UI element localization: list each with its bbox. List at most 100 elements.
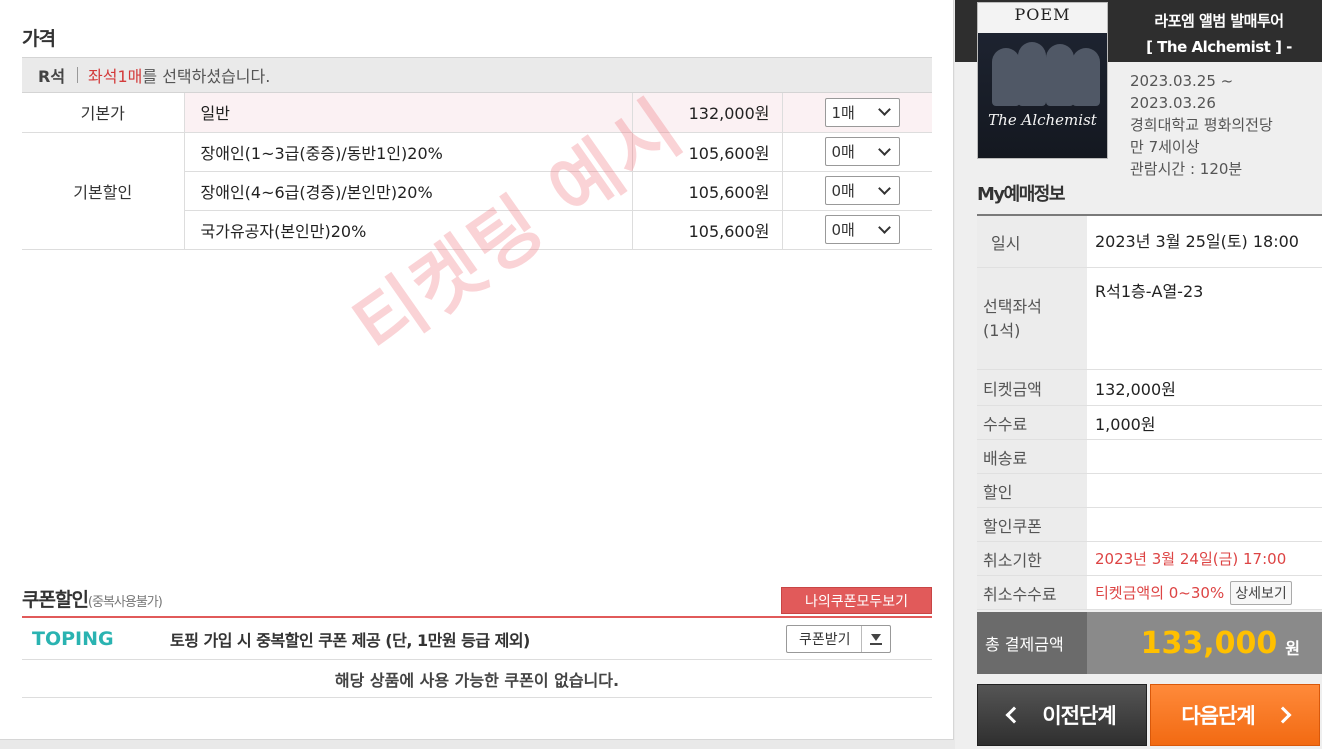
chevron-down-icon bbox=[877, 103, 891, 117]
chevron-down-icon bbox=[877, 142, 891, 156]
event-date-to: 2023.03.26 bbox=[1130, 94, 1216, 112]
qty-value: 0매 bbox=[831, 182, 855, 200]
next-step-label: 다음단계 bbox=[1181, 704, 1255, 728]
event-date-from: 2023.03.25 ~ bbox=[1130, 72, 1234, 90]
price-name: 장애인(4~6급(경증)/본인만)20% bbox=[184, 171, 633, 211]
cancel-fee-detail-button[interactable]: 상세보기 bbox=[1230, 580, 1292, 605]
event-venue: 경희대학교 평화의전당 bbox=[1130, 116, 1273, 134]
booking-row-ticket-price: 티켓금액 132,000원 bbox=[977, 370, 1322, 406]
prev-step-label: 이전단계 bbox=[1042, 704, 1116, 728]
row-key: 할인 bbox=[977, 474, 1087, 507]
booking-info-table: 일시 2023년 3월 25일(토) 18:00 선택좌석 (1석) R석1층-… bbox=[977, 214, 1322, 610]
row-key: 티켓금액 bbox=[977, 370, 1087, 405]
price-name: 장애인(1~3급(중증)/동반1인)20% bbox=[184, 132, 633, 172]
booking-row-shipping: 배송료 bbox=[977, 440, 1322, 474]
event-poster: POEM The Alchemist bbox=[977, 2, 1108, 159]
qty-value: 1매 bbox=[831, 103, 855, 122]
get-coupon-label: 쿠폰받기 bbox=[787, 625, 862, 652]
coupon-title-text: 쿠폰할인 bbox=[22, 589, 89, 611]
booking-row-cancel-deadline: 취소기한 2023년 3월 24일(금) 17:00 bbox=[977, 542, 1322, 576]
row-key: 배송료 bbox=[977, 440, 1087, 473]
chevron-right-icon bbox=[1274, 706, 1292, 724]
row-value bbox=[1087, 474, 1322, 507]
poster-figure bbox=[1046, 44, 1074, 106]
chevron-down-icon bbox=[877, 220, 891, 234]
price-amount: 132,000원 bbox=[632, 93, 783, 133]
toping-logo: TOPING bbox=[32, 627, 114, 650]
event-age: 만 7세이상 bbox=[1130, 138, 1200, 156]
booking-row-coupon: 할인쿠폰 bbox=[977, 508, 1322, 542]
qty-select-disabled-mild[interactable]: 0매 bbox=[824, 176, 900, 205]
price-amount: 105,600원 bbox=[632, 171, 783, 211]
seat-msg-post: 를 선택하셨습니다. bbox=[142, 67, 271, 86]
seat-grade: R석 bbox=[38, 67, 66, 86]
chevron-left-icon bbox=[1005, 706, 1023, 724]
event-title-line2: [ The Alchemist ] - bbox=[1146, 38, 1292, 56]
row-value bbox=[1087, 508, 1322, 541]
price-amount: 105,600원 bbox=[632, 210, 783, 250]
row-value: 132,000원 bbox=[1087, 370, 1322, 405]
qty-select-disabled-severe[interactable]: 0매 bbox=[824, 137, 900, 166]
total-amount: 133,000 bbox=[1140, 625, 1278, 661]
coupon-subtitle: (중복사용불가) bbox=[87, 595, 163, 610]
booking-row-discount: 할인 bbox=[977, 474, 1322, 508]
booking-row-cancel-fee: 취소수수료 티켓금액의 0~30% 상세보기 bbox=[977, 576, 1322, 610]
row-key: 취소기한 bbox=[977, 542, 1087, 575]
row-key: 취소수수료 bbox=[977, 576, 1087, 609]
price-category: 기본가 bbox=[22, 93, 185, 133]
poster-title: The Alchemist bbox=[988, 111, 1097, 129]
poster-logo: POEM bbox=[1014, 5, 1071, 24]
qty-select-general[interactable]: 1매 bbox=[824, 97, 900, 127]
booking-row-seat: 선택좌석 (1석) R석1층-A열-23 bbox=[977, 268, 1322, 370]
row-value: 2023년 3월 25일(토) 18:00 bbox=[1087, 216, 1322, 267]
toping-coupon-text: 토핑 가입 시 중복할인 쿠폰 제공 (단, 1만원 등급 제외) bbox=[170, 630, 530, 650]
seat-msg-pre: 좌석 bbox=[88, 67, 118, 86]
next-step-button[interactable]: 다음단계 bbox=[1150, 684, 1320, 746]
price-category: 기본할인 bbox=[22, 132, 185, 250]
event-runtime: 관람시간 : 120분 bbox=[1130, 160, 1243, 178]
no-coupon-message: 해당 상품에 사용 가능한 쿠폰이 없습니다. bbox=[22, 660, 932, 698]
price-table: 기본가 일반 132,000원 1매 기본할인 장애인(1~3급(중증)/동반1… bbox=[22, 93, 932, 250]
ticket-price-panel: 가격 R석 좌석 1매 를 선택하셨습니다. 기본가 일반 132,000원 1매… bbox=[0, 0, 954, 740]
total-label: 총 결제금액 bbox=[977, 612, 1087, 674]
qty-value: 0매 bbox=[831, 143, 855, 161]
seat-selection-bar: R석 좌석 1매 를 선택하셨습니다. bbox=[22, 57, 932, 93]
download-icon bbox=[869, 633, 882, 645]
divider bbox=[77, 67, 79, 83]
poster-figure bbox=[992, 48, 1020, 106]
chevron-down-icon bbox=[877, 181, 891, 195]
row-value: 1,000원 bbox=[1087, 406, 1322, 439]
qty-value: 0매 bbox=[831, 221, 855, 239]
qty-select-veteran[interactable]: 0매 bbox=[824, 215, 900, 244]
price-section-title: 가격 bbox=[22, 28, 56, 50]
coupon-section-title: 쿠폰할인(중복사용불가) bbox=[22, 585, 163, 612]
booking-row-fee: 수수료 1,000원 bbox=[977, 406, 1322, 440]
price-amount: 105,600원 bbox=[632, 132, 783, 172]
seat-count: 1매 bbox=[117, 67, 143, 86]
event-info: 2023.03.25 ~ 2023.03.26 경희대학교 평화의전당 만 7세… bbox=[1130, 70, 1310, 180]
row-key: 수수료 bbox=[977, 406, 1087, 439]
booking-row-datetime: 일시 2023년 3월 25일(토) 18:00 bbox=[977, 216, 1322, 268]
table-row: 기본할인 장애인(1~3급(중증)/동반1인)20% 105,600원 0매 bbox=[22, 132, 932, 250]
table-row: 기본가 일반 132,000원 1매 bbox=[22, 93, 932, 133]
prev-step-button[interactable]: 이전단계 bbox=[977, 684, 1147, 746]
total-payment: 총 결제금액 133,000 원 bbox=[977, 612, 1322, 674]
toping-coupon-row: TOPING 토핑 가입 시 중복할인 쿠폰 제공 (단, 1만원 등급 제외)… bbox=[22, 616, 932, 660]
row-value: 2023년 3월 24일(금) 17:00 bbox=[1087, 542, 1322, 575]
row-value bbox=[1087, 440, 1322, 473]
row-key: 선택좌석 (1석) bbox=[977, 268, 1087, 369]
price-name: 일반 bbox=[184, 93, 633, 133]
total-unit: 원 bbox=[1285, 639, 1300, 658]
booking-summary-panel: POEM The Alchemist 라포엠 앨범 발매투어 [ The Alc… bbox=[955, 0, 1322, 749]
my-booking-title: My예매정보 bbox=[977, 184, 1065, 205]
price-name: 국가유공자(본인만)20% bbox=[184, 210, 633, 250]
view-my-coupons-button[interactable]: 나의쿠폰모두보기 bbox=[781, 587, 932, 614]
get-coupon-button[interactable]: 쿠폰받기 bbox=[786, 624, 891, 653]
row-value: R석1층-A열-23 bbox=[1087, 268, 1322, 369]
poster-figure bbox=[1018, 42, 1046, 106]
poster-figure bbox=[1072, 48, 1100, 106]
event-title: 라포엠 앨범 발매투어 [ The Alchemist ] - bbox=[1131, 8, 1307, 60]
event-title-line1: 라포엠 앨범 발매투어 bbox=[1154, 12, 1284, 30]
row-key: 할인쿠폰 bbox=[977, 508, 1087, 541]
row-key: 일시 bbox=[977, 216, 1087, 267]
